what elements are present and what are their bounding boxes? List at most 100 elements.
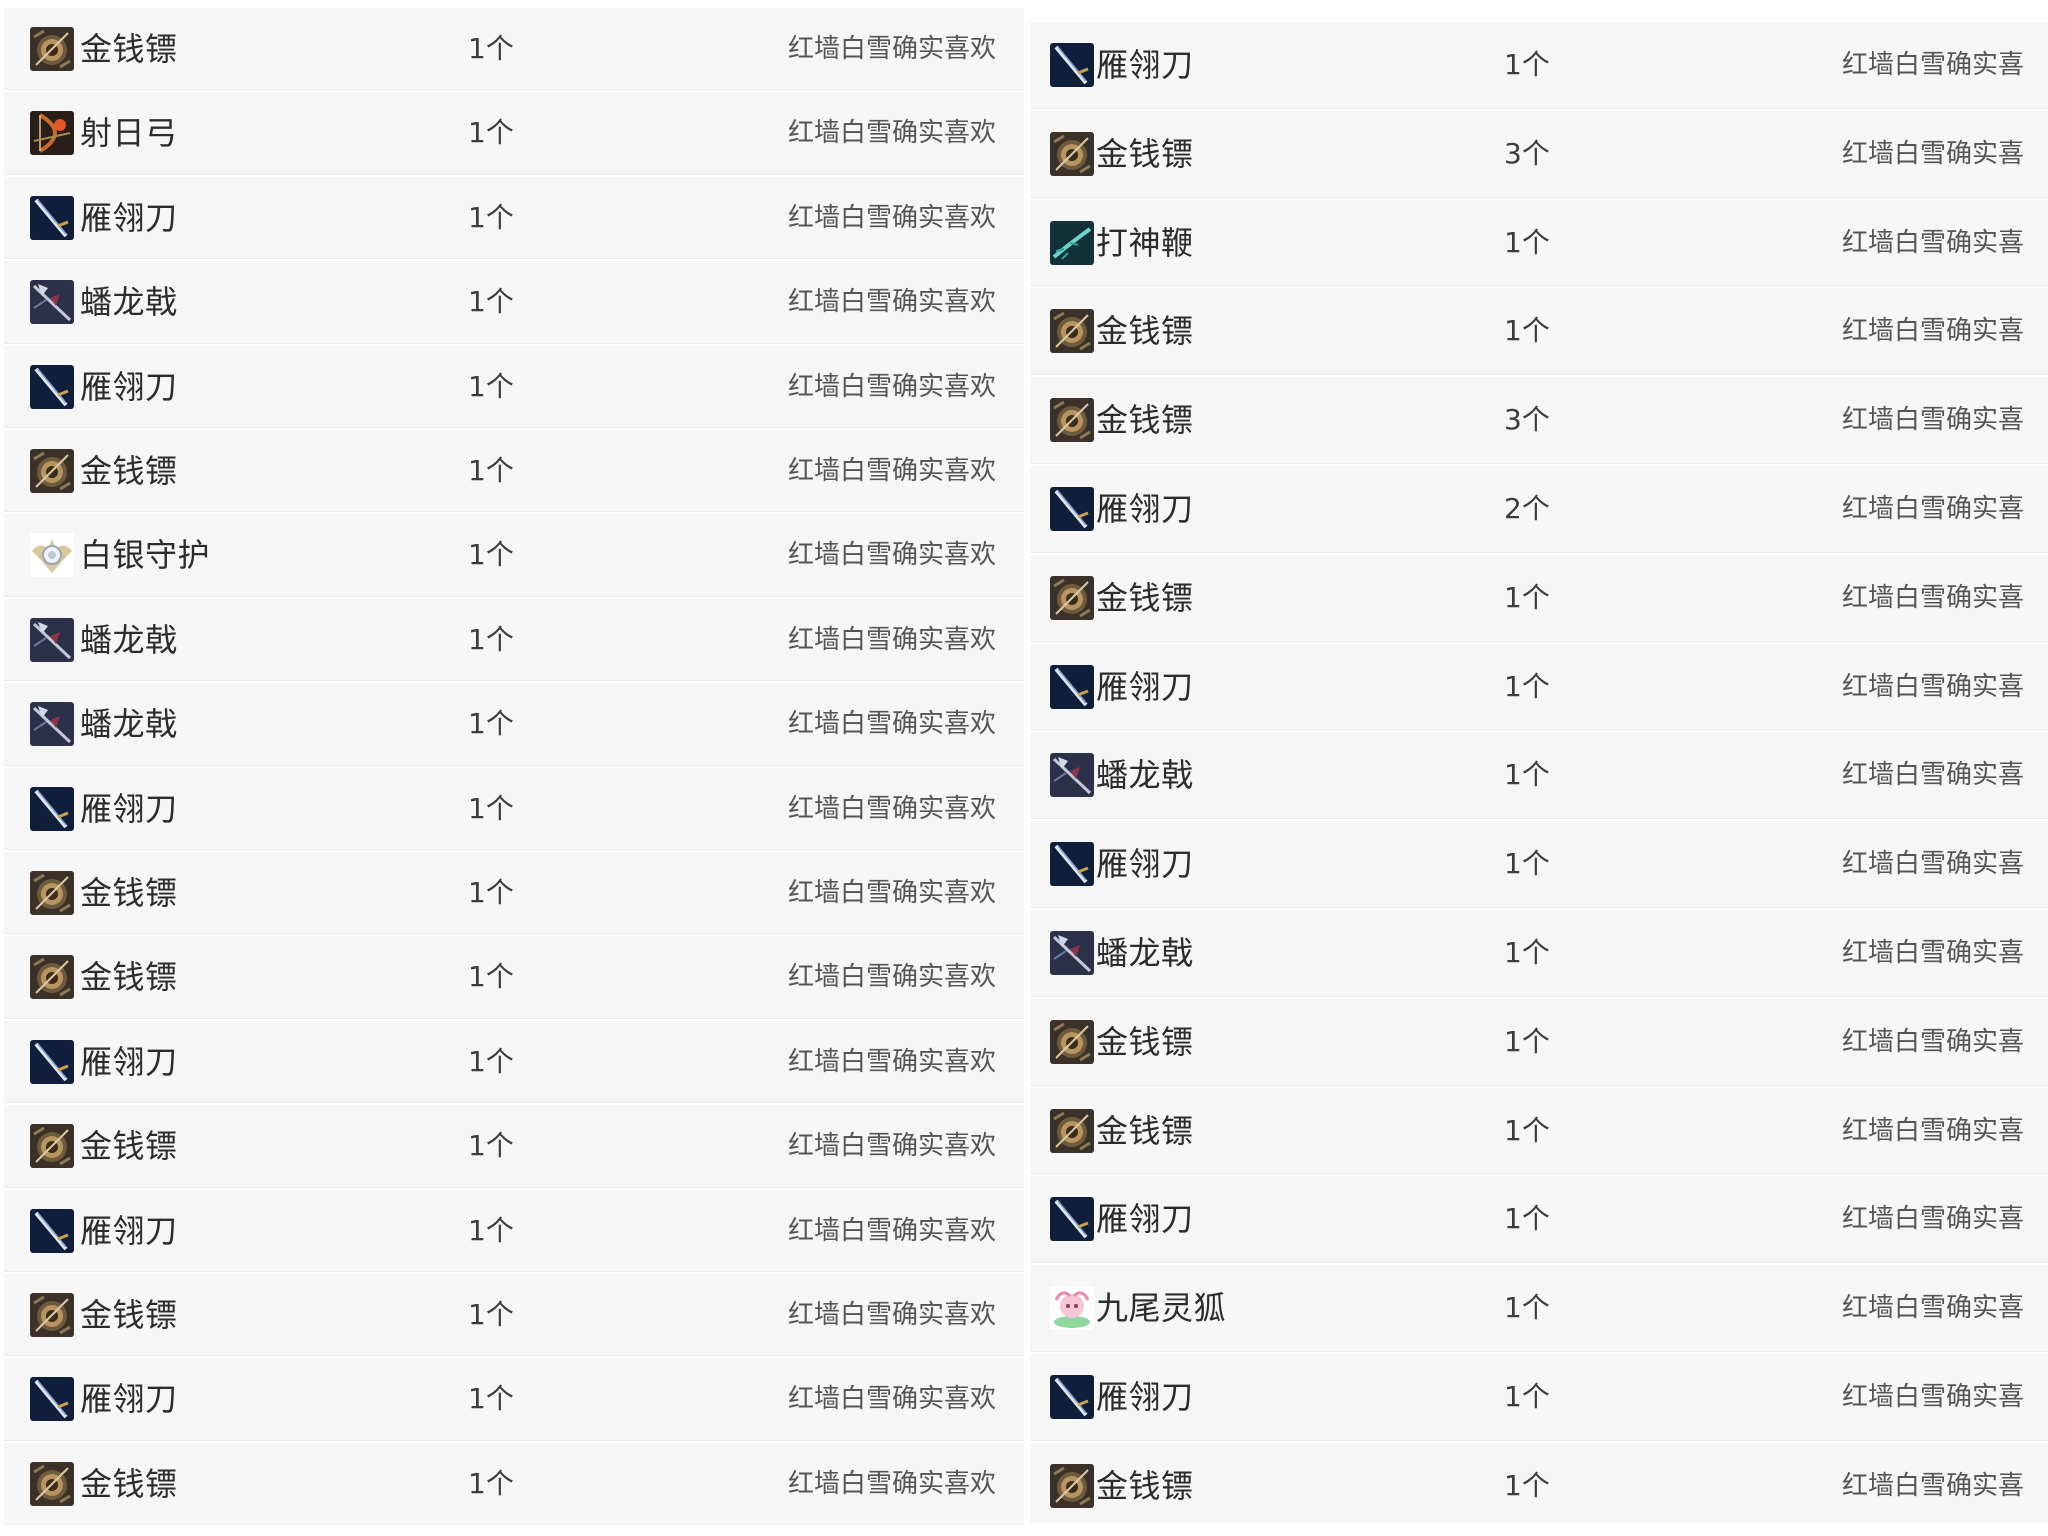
list-item[interactable]: 金钱镖 1个 红墙白雪确实喜 — [1030, 554, 2048, 642]
list-item[interactable]: 金钱镖 1个 红墙白雪确实喜欢 — [4, 8, 1024, 91]
sender-name: 红墙白雪确实喜欢 — [788, 202, 997, 233]
coin-dart-icon — [1050, 309, 1094, 354]
list-item[interactable]: 金钱镖 1个 红墙白雪确实喜欢 — [4, 852, 1024, 935]
item-quantity: 3个 — [1504, 136, 1550, 170]
item-name: 雁翎刀 — [80, 789, 178, 828]
list-item[interactable]: 雁翎刀 2个 红墙白雪确实喜 — [1030, 466, 2048, 553]
list-item[interactable]: 金钱镖 1个 红墙白雪确实喜欢 — [4, 1274, 1024, 1357]
list-item[interactable]: 雁翎刀 1个 红墙白雪确实喜欢 — [4, 345, 1024, 428]
saber-icon — [1050, 664, 1094, 709]
coin-dart-icon — [30, 27, 74, 71]
item-quantity: 1个 — [468, 116, 514, 150]
item-name: 蟠龙戟 — [1096, 934, 1194, 972]
sender-name: 红墙白雪确实喜欢 — [788, 1131, 997, 1162]
list-item[interactable]: 打神鞭 1个 红墙白雪确实喜 — [1030, 199, 2048, 287]
list-item[interactable]: 雁翎刀 1个 红墙白雪确实喜欢 — [4, 767, 1024, 850]
list-item[interactable]: 金钱镖 1个 红墙白雪确实喜 — [1030, 998, 2048, 1086]
item-quantity: 3个 — [1504, 403, 1550, 437]
item-quantity: 1个 — [1504, 580, 1550, 614]
list-item[interactable]: 九尾灵狐 1个 红墙白雪确实喜 — [1030, 1265, 2048, 1352]
sender-name: 红墙白雪确实喜欢 — [788, 1468, 997, 1499]
list-item[interactable]: 金钱镖 1个 红墙白雪确实喜欢 — [4, 936, 1024, 1019]
sender-name: 红墙白雪确实喜欢 — [788, 1215, 997, 1246]
sender-name: 红墙白雪确实喜欢 — [788, 624, 997, 655]
item-name: 打神鞭 — [1096, 223, 1194, 262]
halberd-icon — [30, 280, 74, 325]
list-item[interactable]: 雁翎刀 1个 红墙白雪确实喜 — [1030, 1354, 2048, 1441]
sender-name: 红墙白雪确实喜 — [1842, 1026, 2025, 1057]
list-item[interactable]: 蟠龙戟 1个 红墙白雪确实喜欢 — [4, 598, 1024, 682]
item-quantity: 1个 — [1504, 758, 1550, 792]
sender-name: 红墙白雪确实喜 — [1842, 671, 2025, 702]
saber-icon — [1050, 43, 1094, 87]
sender-name: 红墙白雪确实喜欢 — [788, 1046, 997, 1077]
list-item[interactable]: 金钱镖 3个 红墙白雪确实喜 — [1030, 377, 2048, 464]
coin-dart-icon — [1050, 1108, 1094, 1153]
list-item[interactable]: 蟠龙戟 1个 红墙白雪确实喜 — [1030, 732, 2048, 820]
list-item[interactable]: 雁翎刀 1个 红墙白雪确实喜欢 — [4, 1189, 1024, 1272]
list-item[interactable]: 雁翎刀 1个 红墙白雪确实喜 — [1030, 22, 2048, 109]
item-quantity: 1个 — [468, 1382, 514, 1416]
list-item[interactable]: 蟠龙戟 1个 红墙白雪确实喜欢 — [4, 683, 1024, 766]
item-name: 金钱镖 — [1096, 1022, 1194, 1061]
item-quantity: 1个 — [1504, 936, 1550, 969]
item-quantity: 1个 — [468, 960, 514, 994]
item-name: 金钱镖 — [1096, 134, 1194, 173]
list-item[interactable]: 金钱镖 1个 红墙白雪确实喜欢 — [4, 430, 1024, 513]
list-item[interactable]: 射日弓 1个 红墙白雪确实喜欢 — [4, 92, 1024, 175]
item-name: 雁翎刀 — [80, 1380, 178, 1419]
item-quantity: 2个 — [1504, 492, 1550, 525]
item-quantity: 1个 — [468, 32, 514, 65]
list-item[interactable]: 金钱镖 1个 红墙白雪确实喜欢 — [4, 1105, 1024, 1188]
list-item[interactable]: 白银守护 1个 红墙白雪确实喜欢 — [4, 514, 1024, 597]
halberd-icon — [1050, 931, 1094, 975]
list-item[interactable]: 金钱镖 1个 红墙白雪确实喜 — [1030, 1087, 2048, 1175]
coin-dart-icon — [30, 871, 74, 915]
list-item[interactable]: 雁翎刀 1个 红墙白雪确实喜 — [1030, 1176, 2048, 1264]
sender-name: 红墙白雪确实喜 — [1842, 494, 2025, 524]
list-item[interactable]: 雁翎刀 1个 红墙白雪确实喜欢 — [4, 1358, 1024, 1441]
list-item[interactable]: 雁翎刀 1个 红墙白雪确实喜 — [1030, 821, 2048, 908]
list-item[interactable]: 金钱镖 3个 红墙白雪确实喜 — [1030, 110, 2048, 198]
item-name: 雁翎刀 — [80, 367, 178, 406]
list-item[interactable]: 金钱镖 1个 红墙白雪确实喜 — [1030, 288, 2048, 376]
sender-name: 红墙白雪确实喜欢 — [788, 1384, 997, 1415]
sender-name: 红墙白雪确实喜 — [1842, 1470, 2025, 1501]
item-name: 金钱镖 — [1096, 1466, 1194, 1505]
sender-name: 红墙白雪确实喜 — [1842, 227, 2025, 258]
item-quantity: 1个 — [468, 200, 514, 234]
item-name: 金钱镖 — [80, 958, 178, 997]
item-quantity: 1个 — [1504, 314, 1550, 348]
item-quantity: 1个 — [1504, 1202, 1550, 1236]
list-item[interactable]: 金钱镖 1个 红墙白雪确实喜 — [1030, 1442, 2048, 1523]
item-quantity: 1个 — [1504, 669, 1550, 703]
saber-icon — [1050, 1375, 1094, 1419]
sender-name: 红墙白雪确实喜欢 — [788, 962, 997, 993]
list-item[interactable]: 雁翎刀 1个 红墙白雪确实喜欢 — [4, 1020, 1024, 1104]
sender-name: 红墙白雪确实喜欢 — [788, 793, 997, 824]
item-quantity: 1个 — [1504, 1468, 1550, 1502]
list-item[interactable]: 金钱镖 1个 红墙白雪确实喜欢 — [4, 1442, 1024, 1526]
sender-name: 红墙白雪确实喜 — [1842, 938, 2025, 968]
list-item[interactable]: 雁翎刀 1个 红墙白雪确实喜 — [1030, 643, 2048, 731]
item-quantity: 1个 — [1504, 1291, 1550, 1325]
sender-name: 红墙白雪确实喜欢 — [788, 540, 997, 571]
item-quantity: 1个 — [468, 1466, 514, 1500]
sender-name: 红墙白雪确实喜欢 — [788, 371, 997, 402]
item-name: 九尾灵狐 — [1096, 1289, 1227, 1328]
gift-list-left: 金钱镖 1个 红墙白雪确实喜欢 射日弓 1个 红墙白雪确实喜欢 雁翎刀 1个 红墙白雪确实喜欢蟠… — [0, 8, 1024, 1528]
item-name: 金钱镖 — [1096, 401, 1194, 440]
list-item[interactable]: 蟠龙戟 1个 红墙白雪确实喜欢 — [4, 261, 1024, 344]
saber-icon — [1050, 487, 1094, 531]
sender-name: 红墙白雪确实喜欢 — [788, 287, 997, 318]
list-item[interactable]: 雁翎刀 1个 红墙白雪确实喜欢 — [4, 176, 1024, 260]
halberd-icon — [1050, 753, 1094, 798]
item-quantity: 1个 — [1504, 48, 1550, 81]
coin-dart-icon — [1050, 131, 1094, 176]
sender-name: 红墙白雪确实喜欢 — [788, 1300, 997, 1330]
coin-dart-icon — [30, 1461, 74, 1506]
coin-dart-icon — [30, 1124, 74, 1169]
item-quantity: 1个 — [1504, 225, 1550, 259]
item-name: 蟠龙戟 — [80, 620, 178, 659]
list-item[interactable]: 蟠龙戟 1个 红墙白雪确实喜 — [1030, 910, 2048, 997]
